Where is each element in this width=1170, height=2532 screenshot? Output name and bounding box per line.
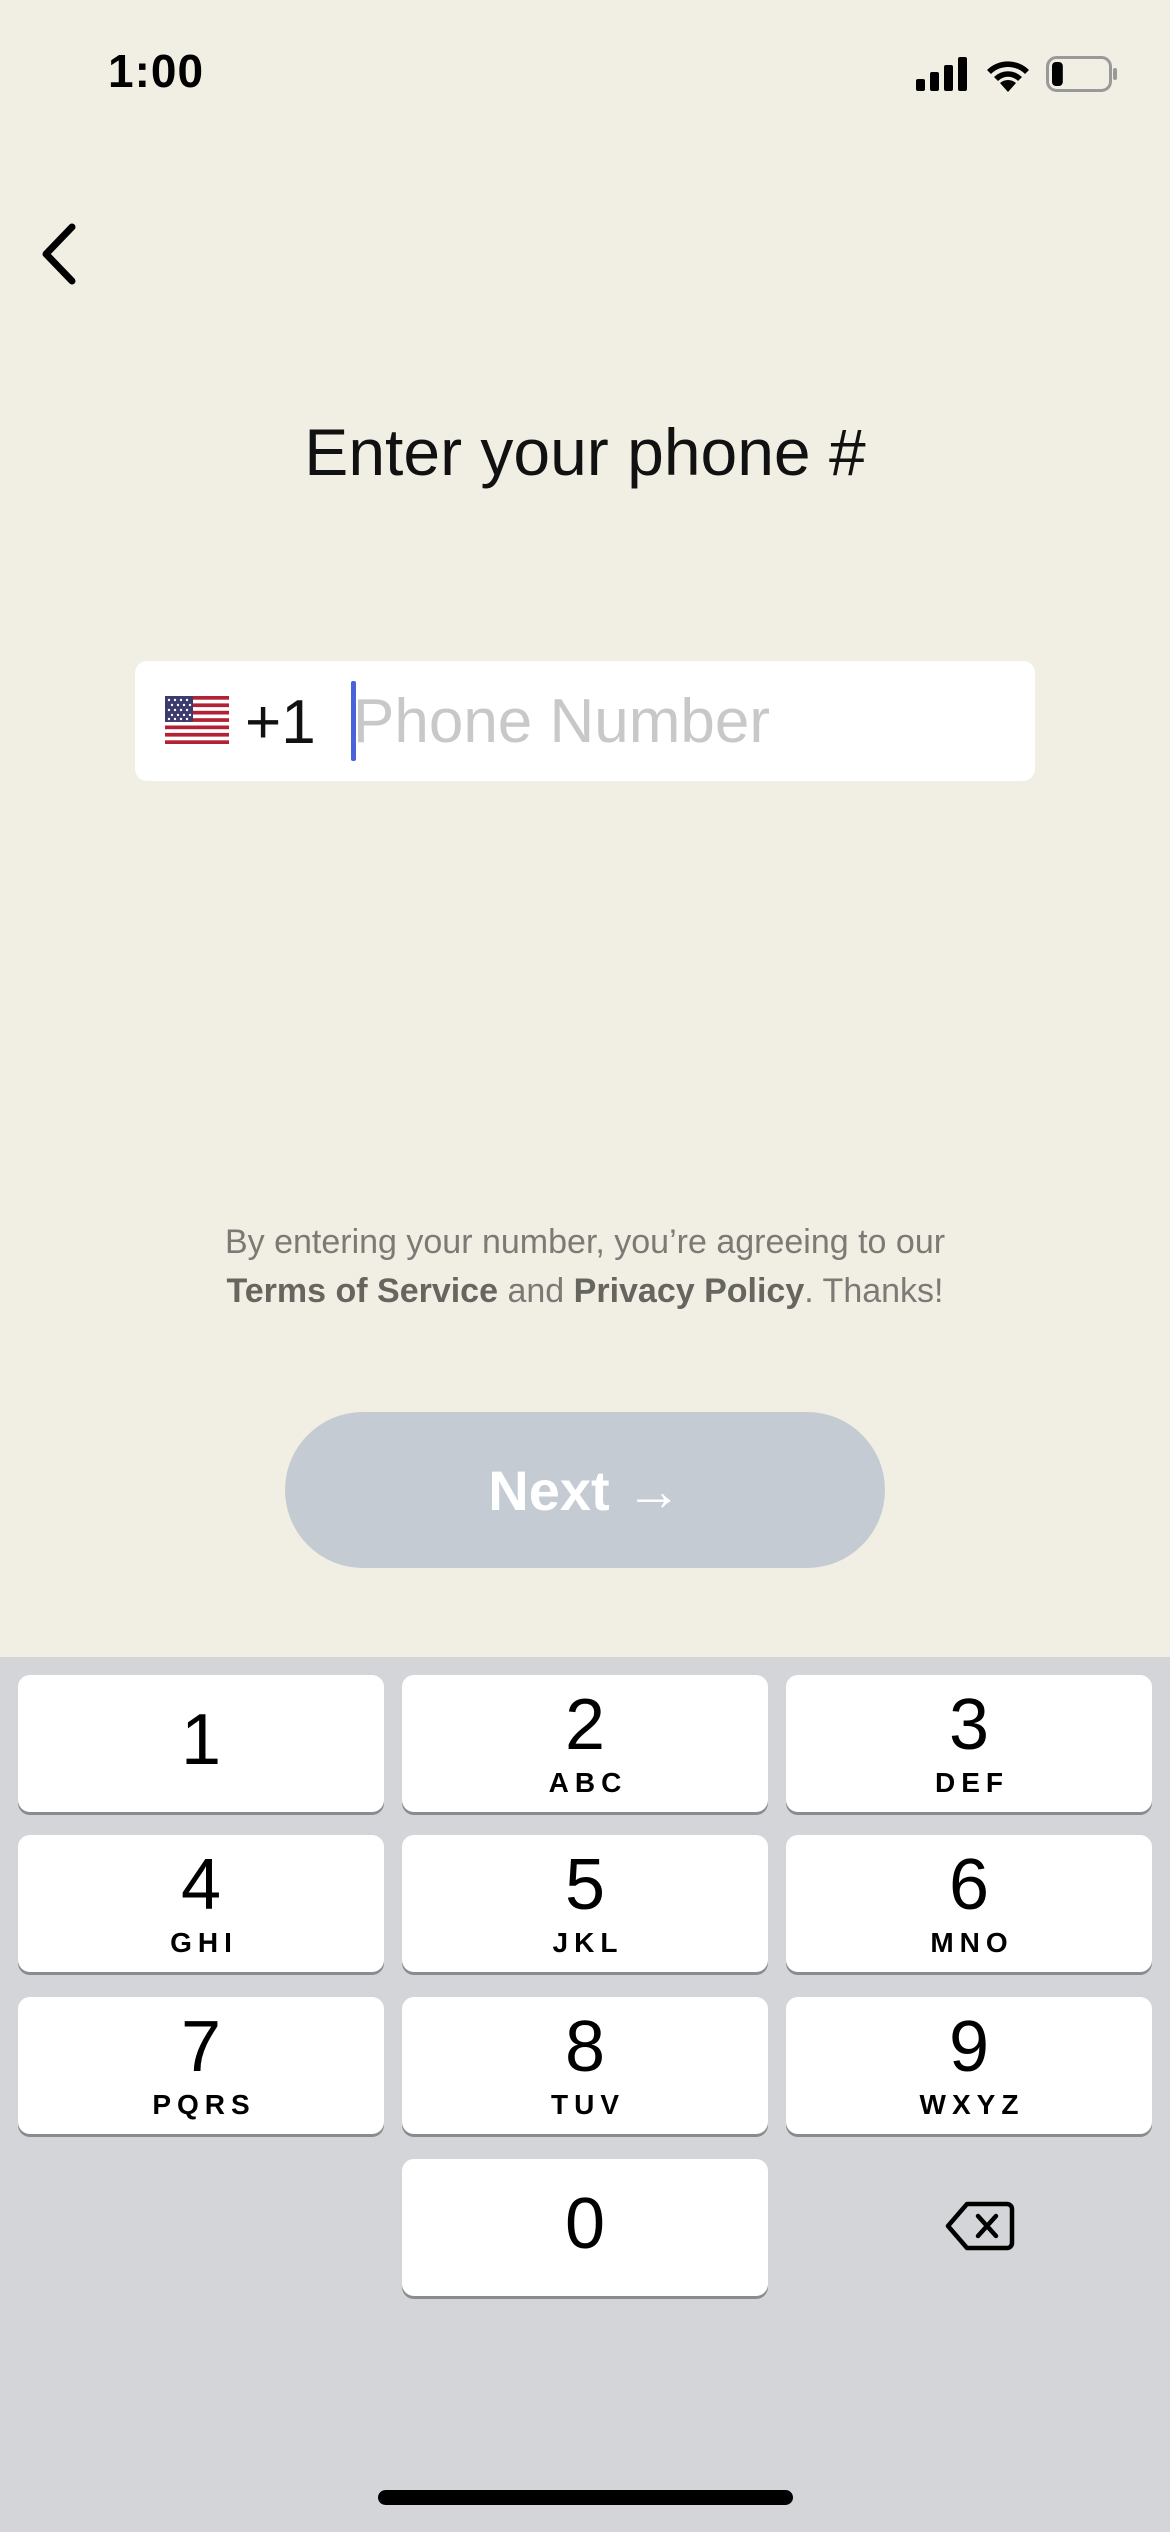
- status-time: 1:00: [108, 45, 205, 97]
- legal-suffix: . Thanks!: [804, 1272, 944, 1310]
- key-digit: 9: [948, 2006, 990, 2087]
- key-digit: 2: [564, 1684, 606, 1765]
- page-title: Enter your phone #: [304, 415, 866, 489]
- key-letters: ABC: [548, 1766, 628, 1798]
- key-0[interactable]: 0: [402, 2159, 768, 2296]
- key-digit: 5: [564, 1844, 606, 1925]
- arrow-right-icon: →: [625, 1458, 682, 1522]
- key-letters: WXYZ: [919, 2088, 1025, 2120]
- phone-number-input[interactable]: [353, 677, 1013, 765]
- key-digit: 1: [180, 1699, 222, 1780]
- key-2[interactable]: 2 ABC: [402, 1675, 768, 1812]
- key-digit: 6: [948, 1844, 990, 1925]
- status-bar: 1:00: [0, 0, 1170, 150]
- key-5[interactable]: 5 JKL: [402, 1835, 768, 1972]
- key-letters: JKL: [552, 1926, 624, 1958]
- key-7[interactable]: 7 PQRS: [18, 1997, 384, 2134]
- key-digit: 0: [564, 2183, 606, 2264]
- back-button[interactable]: [18, 214, 98, 294]
- wifi-icon: [987, 61, 1029, 92]
- home-indicator: [378, 2490, 793, 2505]
- key-letters: TUV: [551, 2088, 625, 2120]
- numeric-keypad: 1 2 ABC 3 DEF 4 GHI 5 JKL 6 MNO 7 PQRS 8…: [0, 1657, 1170, 2532]
- privacy-policy-link[interactable]: Privacy Policy: [574, 1272, 805, 1310]
- key-digit: 8: [564, 2006, 606, 2087]
- battery-icon: [1046, 56, 1117, 92]
- chevron-left-icon: [42, 223, 76, 285]
- key-letters: MNO: [930, 1926, 1014, 1958]
- key-digit: 3: [948, 1684, 990, 1765]
- backspace-icon[interactable]: [945, 2196, 1015, 2256]
- key-6[interactable]: 6 MNO: [786, 1835, 1152, 1972]
- terms-of-service-link[interactable]: Terms of Service: [227, 1272, 499, 1310]
- key-4[interactable]: 4 GHI: [18, 1835, 384, 1972]
- country-code[interactable]: +1: [245, 687, 316, 758]
- key-letters: DEF: [935, 1766, 1009, 1798]
- key-digit: 7: [180, 2006, 222, 2087]
- legal-prefix: By entering your number, you’re agreeing…: [224, 1223, 946, 1261]
- cellular-signal-icon: [916, 57, 967, 91]
- status-icons: [916, 52, 1118, 96]
- us-flag-icon: [165, 696, 229, 744]
- next-button[interactable]: Next →: [285, 1412, 885, 1568]
- key-letters: GHI: [170, 1926, 238, 1958]
- key-1[interactable]: 1: [18, 1675, 384, 1812]
- key-9[interactable]: 9 WXYZ: [786, 1997, 1152, 2134]
- next-label: Next: [488, 1458, 610, 1522]
- key-3[interactable]: 3 DEF: [786, 1675, 1152, 1812]
- key-8[interactable]: 8 TUV: [402, 1997, 768, 2134]
- key-letters: PQRS: [152, 2088, 256, 2120]
- legal-and: and: [507, 1272, 565, 1310]
- key-digit: 4: [180, 1844, 222, 1925]
- phone-input-box[interactable]: +1: [135, 661, 1035, 781]
- legal-text: By entering your number, you’re agreeing…: [0, 1218, 1170, 1316]
